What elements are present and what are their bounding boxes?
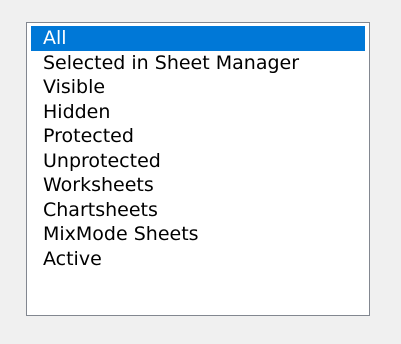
list-item-worksheets[interactable]: Worksheets	[31, 173, 365, 198]
sheet-filter-listbox[interactable]: All Selected in Sheet Manager Visible Hi…	[26, 22, 370, 316]
sheet-filter-list: All Selected in Sheet Manager Visible Hi…	[27, 23, 369, 271]
list-item-protected[interactable]: Protected	[31, 124, 365, 149]
list-item-all[interactable]: All	[31, 26, 365, 51]
list-item-active[interactable]: Active	[31, 247, 365, 272]
list-item-selected-in-sheet-manager[interactable]: Selected in Sheet Manager	[31, 51, 365, 76]
list-item-visible[interactable]: Visible	[31, 75, 365, 100]
list-item-unprotected[interactable]: Unprotected	[31, 149, 365, 174]
list-item-hidden[interactable]: Hidden	[31, 100, 365, 125]
list-item-mixmode-sheets[interactable]: MixMode Sheets	[31, 222, 365, 247]
list-item-chartsheets[interactable]: Chartsheets	[31, 198, 365, 223]
